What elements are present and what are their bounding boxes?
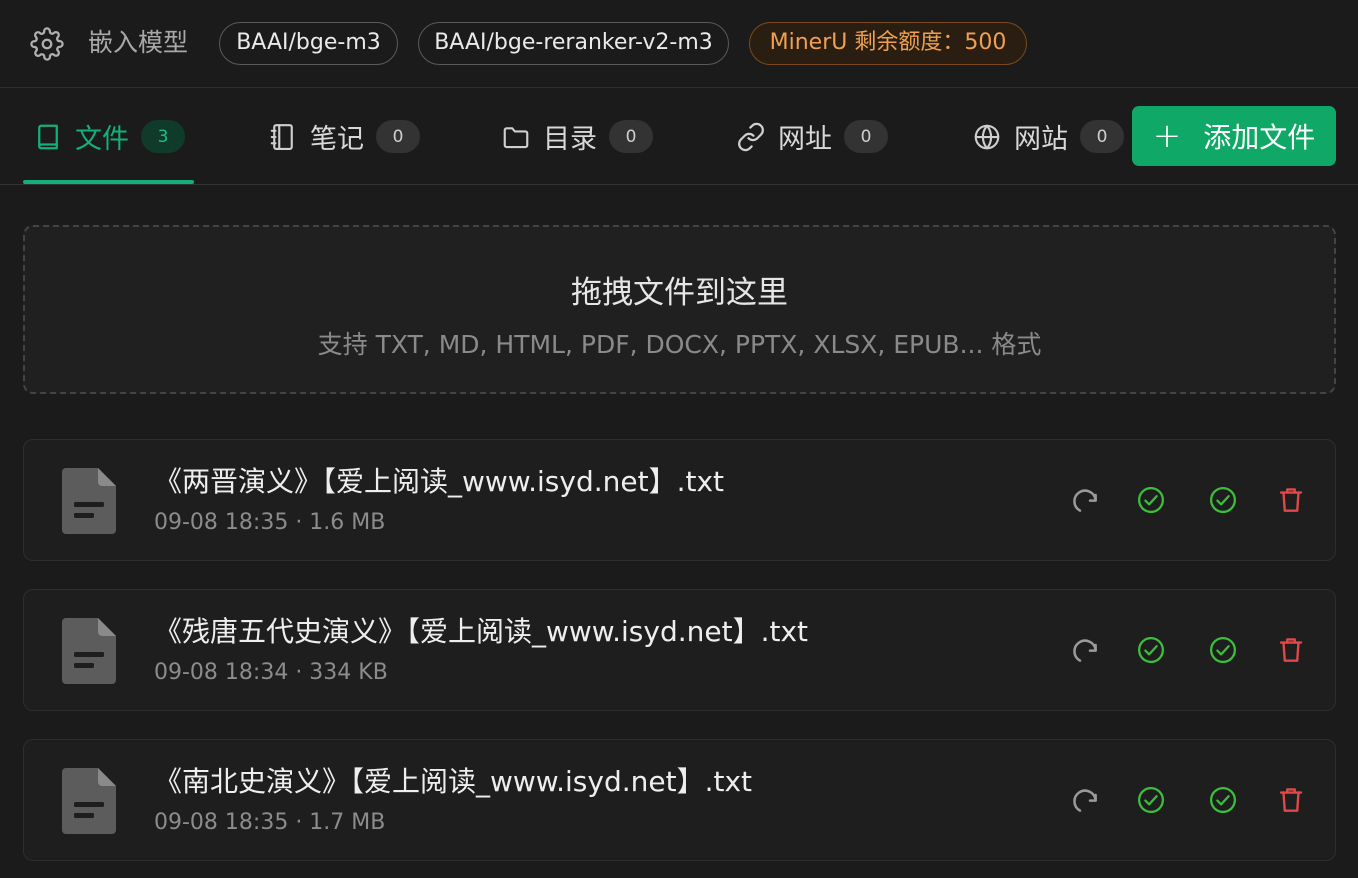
add-file-button[interactable]: + 添加文件 [1132, 106, 1336, 166]
tab-directory-count: 0 [609, 120, 653, 153]
mineru-quota-badge: MinerU 剩余额度：500 [749, 22, 1027, 65]
document-icon [62, 768, 116, 834]
check-circle-icon[interactable] [1136, 785, 1166, 815]
check-circle-icon[interactable] [1208, 635, 1238, 665]
check-circle-icon[interactable] [1136, 635, 1166, 665]
tab-websites[interactable]: 网站 0 [972, 88, 1124, 185]
refresh-icon[interactable] [1070, 485, 1100, 515]
tab-notes-label: 笔记 [310, 124, 364, 155]
tab-websites-count: 0 [1080, 120, 1124, 153]
trash-icon[interactable] [1276, 635, 1306, 665]
add-file-label: 添加文件 [1203, 121, 1316, 154]
file-item[interactable]: 《南北史演义》【爱上阅读_www.isyd.net】.txt 09-08 18:… [23, 739, 1336, 861]
tab-directory-label: 目录 [543, 124, 597, 155]
file-meta: 09-08 18:35 · 1.7 MB [154, 810, 386, 835]
tab-files-label: 文件 [75, 124, 129, 155]
document-icon [62, 618, 116, 684]
top-bar: 嵌入模型 BAAI/bge-m3 BAAI/bge-reranker-v2-m3… [0, 0, 1358, 88]
check-circle-icon[interactable] [1208, 485, 1238, 515]
document-icon [62, 468, 116, 534]
trash-icon[interactable] [1276, 785, 1306, 815]
embedding-model-pill[interactable]: BAAI/bge-m3 [219, 22, 398, 65]
source-tabs: 文件 3 笔记 0 目录 0 网址 0 网站 0 + 添加文件 [0, 88, 1358, 185]
plus-icon: + [1152, 116, 1182, 156]
book-icon [38, 124, 58, 149]
trash-icon[interactable] [1276, 485, 1306, 515]
active-tab-indicator [23, 180, 194, 184]
file-meta: 09-08 18:35 · 1.6 MB [154, 510, 386, 535]
globe-icon [974, 124, 1000, 149]
check-circle-icon[interactable] [1136, 485, 1166, 515]
dropzone-formats: 支持 TXT, MD, HTML, PDF, DOCX, PPTX, XLSX,… [317, 330, 1042, 359]
file-dropzone[interactable]: 拖拽文件到这里 支持 TXT, MD, HTML, PDF, DOCX, PPT… [23, 225, 1336, 394]
link-icon [738, 122, 764, 151]
tab-files[interactable]: 文件 3 [33, 88, 185, 185]
tab-urls-label: 网址 [778, 124, 832, 155]
tab-urls[interactable]: 网址 0 [736, 88, 888, 185]
dropzone-title: 拖拽文件到这里 [571, 275, 788, 311]
folder-icon [503, 126, 529, 148]
file-name: 《残唐五代史演义》【爱上阅读_www.isyd.net】.txt [154, 615, 809, 648]
tab-notes[interactable]: 笔记 0 [268, 88, 420, 185]
gear-icon[interactable] [30, 27, 64, 61]
file-meta: 09-08 18:34 · 334 KB [154, 660, 388, 685]
embedding-model-label: 嵌入模型 [88, 28, 189, 57]
file-item[interactable]: 《残唐五代史演义》【爱上阅读_www.isyd.net】.txt 09-08 1… [23, 589, 1336, 711]
tab-notes-count: 0 [376, 120, 420, 153]
check-circle-icon[interactable] [1208, 785, 1238, 815]
notebook-icon [270, 123, 293, 150]
refresh-icon[interactable] [1070, 635, 1100, 665]
file-item[interactable]: 《两晋演义》【爱上阅读_www.isyd.net】.txt 09-08 18:3… [23, 439, 1336, 561]
reranker-model-pill[interactable]: BAAI/bge-reranker-v2-m3 [418, 22, 729, 65]
refresh-icon[interactable] [1070, 785, 1100, 815]
tab-websites-label: 网站 [1014, 124, 1068, 155]
tab-directory[interactable]: 目录 0 [501, 88, 653, 185]
file-name: 《南北史演义》【爱上阅读_www.isyd.net】.txt [154, 765, 753, 798]
tab-urls-count: 0 [844, 120, 888, 153]
tab-files-count: 3 [141, 120, 185, 153]
file-name: 《两晋演义》【爱上阅读_www.isyd.net】.txt [154, 465, 725, 498]
